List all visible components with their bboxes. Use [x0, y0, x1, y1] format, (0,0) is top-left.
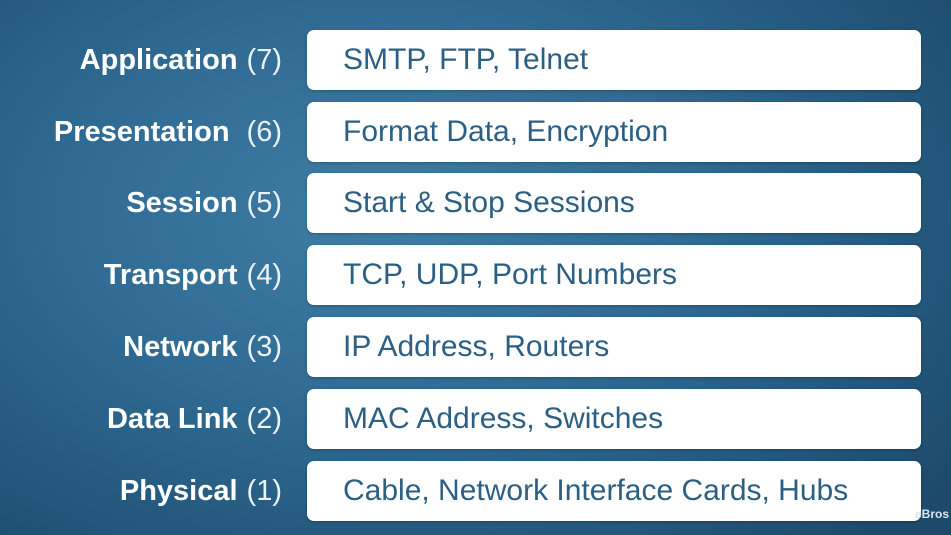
layer-name: Application: [79, 43, 238, 76]
layer-number: (1): [246, 474, 282, 507]
layer-label: Transport (4): [104, 245, 282, 305]
layer-row-data-link: Data Link (2) MAC Address, Switches: [0, 389, 951, 449]
layer-description-box: TCP, UDP, Port Numbers: [307, 245, 921, 305]
layer-number: (6): [246, 115, 282, 148]
layer-description-box: Cable, Network Interface Cards, Hubs: [307, 461, 921, 521]
layer-name: Network: [123, 330, 238, 363]
layer-description-box: MAC Address, Switches: [307, 389, 921, 449]
layer-label: Network (3): [123, 317, 282, 377]
layer-number: (4): [246, 258, 282, 291]
osi-model-slide: Application (7) SMTP, FTP, Telnet Presen…: [0, 0, 951, 535]
layer-description-box: SMTP, FTP, Telnet: [307, 30, 921, 90]
watermark: eBros: [914, 507, 949, 521]
layer-name: Physical: [119, 474, 238, 507]
layer-number: (2): [246, 402, 282, 435]
layer-row-physical: Physical (1) Cable, Network Interface Ca…: [0, 461, 951, 521]
layer-row-presentation: Presentation (6) Format Data, Encryption: [0, 102, 951, 162]
layer-row-network: Network (3) IP Address, Routers: [0, 317, 951, 377]
layer-description-box: IP Address, Routers: [307, 317, 921, 377]
layer-number: (3): [246, 330, 282, 363]
layer-number: (7): [246, 43, 282, 76]
layer-name: Transport: [103, 258, 238, 291]
layer-name: Session: [126, 186, 238, 219]
layer-row-application: Application (7) SMTP, FTP, Telnet: [0, 30, 951, 90]
layer-label: Session (5): [126, 173, 282, 233]
layer-row-transport: Transport (4) TCP, UDP, Port Numbers: [0, 245, 951, 305]
layer-label: Physical (1): [120, 461, 282, 521]
layer-description-box: Start & Stop Sessions: [307, 173, 921, 233]
layer-label: Application (7): [80, 30, 282, 90]
layer-name: Presentation: [53, 115, 230, 148]
layer-row-session: Session (5) Start & Stop Sessions: [0, 173, 951, 233]
layer-name: Data Link: [107, 402, 238, 435]
layer-number: (5): [246, 186, 282, 219]
layer-label: Data Link (2): [107, 389, 282, 449]
layer-description-box: Format Data, Encryption: [307, 102, 921, 162]
layer-label: Presentation (6): [54, 102, 282, 162]
